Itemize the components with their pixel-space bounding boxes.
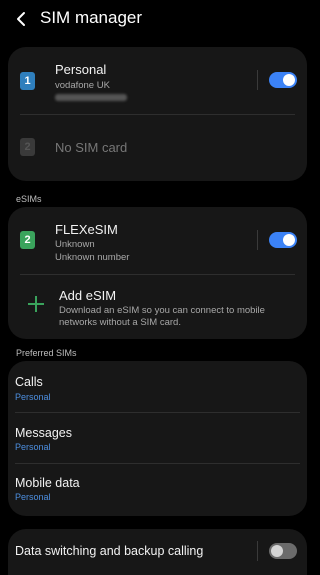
data-switching-card: Data switching and backup calling — [8, 529, 307, 575]
separator — [257, 230, 258, 250]
calls-title: Calls — [15, 375, 43, 389]
sim-1-badge-icon: 1 — [20, 72, 35, 90]
sim-1-row[interactable]: 1 Personal vodafone UK — [8, 47, 307, 113]
preferred-sims-card: Calls Personal Messages Personal Mobile … — [8, 361, 307, 516]
separator — [257, 541, 258, 561]
esim-badge-icon: 2 — [20, 231, 35, 249]
sim-1-toggle[interactable] — [269, 72, 297, 88]
mobile-data-title: Mobile data — [15, 476, 80, 490]
add-esim-title: Add eSIM — [59, 288, 117, 303]
plus-icon — [26, 294, 46, 314]
esim-number: Unknown number — [55, 252, 130, 263]
back-arrow-icon[interactable] — [14, 10, 30, 28]
esims-section-label: eSIMs — [16, 194, 42, 204]
sim-1-carrier: vodafone UK — [55, 80, 110, 91]
data-switching-toggle[interactable] — [269, 543, 297, 559]
calls-row[interactable]: Calls Personal — [8, 361, 307, 412]
sim-2-status: No SIM card — [55, 140, 128, 155]
sim-2-row: 2 No SIM card — [8, 115, 307, 181]
mobile-data-value: Personal — [15, 492, 51, 502]
messages-value: Personal — [15, 442, 51, 452]
add-esim-description: Download an eSIM so you can connect to m… — [59, 305, 265, 328]
messages-row[interactable]: Messages Personal — [8, 413, 307, 463]
sim-2-badge-icon: 2 — [20, 138, 35, 156]
preferred-sims-section-label: Preferred SIMs — [16, 348, 77, 358]
sim-1-number-redacted — [55, 94, 127, 101]
app-header: SIM manager — [0, 0, 315, 40]
data-switching-row[interactable]: Data switching and backup calling — [8, 529, 307, 575]
calls-value: Personal — [15, 392, 51, 402]
esim-row[interactable]: 2 FLEXeSIM Unknown Unknown number — [8, 207, 307, 273]
esim-toggle[interactable] — [269, 232, 297, 248]
mobile-data-row[interactable]: Mobile data Personal — [8, 464, 307, 516]
sim-1-name: Personal — [55, 62, 107, 77]
esim-name: FLEXeSIM — [55, 222, 118, 237]
divider — [20, 274, 295, 275]
messages-title: Messages — [15, 426, 72, 440]
physical-sims-card: 1 Personal vodafone UK 2 No SIM card — [8, 47, 307, 181]
page-title: SIM manager — [40, 8, 143, 27]
separator — [257, 70, 258, 90]
data-switching-title: Data switching and backup calling — [15, 544, 204, 558]
esims-card: 2 FLEXeSIM Unknown Unknown number Add eS… — [8, 207, 307, 339]
esim-status: Unknown — [55, 239, 95, 250]
